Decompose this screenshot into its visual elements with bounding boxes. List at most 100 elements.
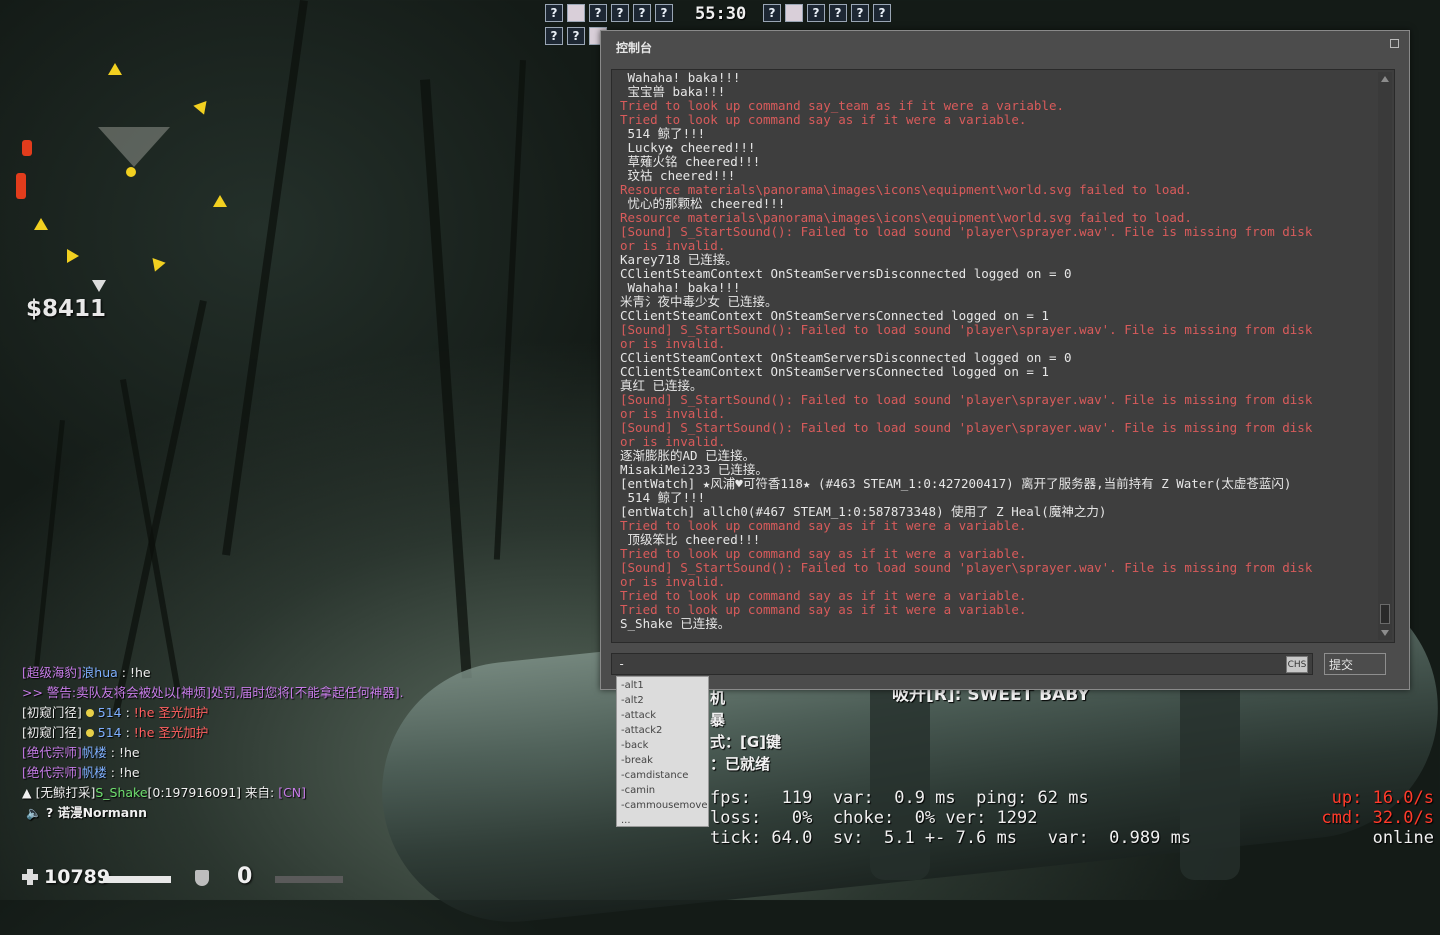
net-graph: fps: 119 var: 0.9 ms ping: 62 ms loss: 0… bbox=[710, 788, 1192, 848]
voice-q: ? bbox=[45, 805, 54, 820]
player-marker-white bbox=[92, 280, 106, 292]
console-error-line: [Sound] S_StartSound(): Failed to load s… bbox=[620, 561, 1313, 575]
chat-join-id: [0:197916091] bbox=[147, 785, 242, 800]
chat-line: ▲ [无鲸打采]S_Shake[0:197916091] 来自: [CN] bbox=[22, 783, 582, 803]
console-log[interactable]: Wahaha! baka!!! 宝宝兽 baka!!! Tried to look… bbox=[611, 69, 1395, 643]
chat-feed: [超级海豹]浪hua : !he >> 警告:卖队友将会被处以[神烦]处罚,届时您… bbox=[22, 663, 582, 803]
shield-icon bbox=[195, 870, 209, 886]
voice-speaker-name: 诺漫Normann bbox=[57, 805, 148, 820]
autocomplete-item[interactable]: -attack bbox=[617, 708, 708, 723]
console-error-line: Tried to look up command say as if it we… bbox=[620, 519, 1027, 533]
console-error-line: Resource materials\panorama\images\icons… bbox=[620, 183, 1192, 197]
console-line: CClientSteamContext OnSteamServersConnec… bbox=[620, 309, 1049, 323]
health-cross-icon bbox=[22, 869, 38, 885]
enemy-marker bbox=[16, 173, 26, 199]
console-error-line: or is invalid. bbox=[620, 239, 726, 253]
submit-button[interactable]: 提交 bbox=[1324, 653, 1386, 675]
console-scrollbar[interactable] bbox=[1378, 72, 1392, 640]
console-line: MisakiMei233 已连接。 bbox=[620, 463, 768, 477]
round-timer: 55:30 bbox=[695, 4, 747, 24]
player-avatar bbox=[785, 4, 803, 22]
console-line: 忧心的那颗松 cheered!!! bbox=[620, 197, 786, 211]
autocomplete-item[interactable]: -attack2 bbox=[617, 723, 708, 738]
console-error-line: Tried to look up command say as if it we… bbox=[620, 603, 1027, 617]
autocomplete-item[interactable]: -alt2 bbox=[617, 693, 708, 708]
player-marker bbox=[126, 167, 136, 177]
console-line: [entWatch] ★风浦♥可符香118★ (#463 STEAM_1:0:4… bbox=[620, 477, 1292, 491]
console-error-line: Resource materials\panorama\images\icons… bbox=[620, 211, 1192, 225]
enemy-marker bbox=[22, 140, 32, 156]
chat-line: >> 警告:卖队友将会被处以[神烦]处罚,届时您将[不能拿起任何神器]. bbox=[22, 683, 582, 703]
close-icon[interactable] bbox=[1390, 39, 1399, 48]
chat-player-name: 帆楼 bbox=[81, 745, 107, 760]
console-line: 逐渐膨胀的AD 已连接。 bbox=[620, 449, 756, 463]
console-line: 米青氵夜中毒少女 已连接。 bbox=[620, 295, 778, 309]
player-slot: ? bbox=[589, 4, 607, 22]
console-line: 顶级笨比 cheered!!! bbox=[620, 533, 761, 547]
chat-player-name: 帆楼 bbox=[81, 765, 107, 780]
rank-dot-icon bbox=[85, 729, 94, 737]
scroll-up-icon[interactable] bbox=[1381, 76, 1389, 82]
chat-rank-tag: [初窥门径] bbox=[22, 725, 82, 740]
teammate-marker bbox=[148, 257, 166, 275]
chat-line: [绝代宗师]帆楼 : !he bbox=[22, 763, 582, 783]
console-error-line: or is invalid. bbox=[620, 435, 726, 449]
player-slot: ? bbox=[633, 4, 651, 22]
voice-indicator: 🔈 ? 诺漫Normann bbox=[26, 802, 147, 821]
autocomplete-list[interactable]: -alt1 -alt2 -attack -attack2 -back -break -cam… bbox=[616, 676, 709, 827]
autocomplete-item[interactable]: -break bbox=[617, 753, 708, 768]
autocomplete-item[interactable]: ... bbox=[617, 813, 708, 828]
autocomplete-item[interactable]: -camin bbox=[617, 783, 708, 798]
teammate-marker bbox=[193, 100, 211, 118]
teammate-marker bbox=[108, 63, 122, 75]
net-graph-rates: up: 16.0/s cmd: 32.0/s online bbox=[1321, 788, 1434, 848]
console-line: Karey718 已连接。 bbox=[620, 253, 738, 267]
autocomplete-item[interactable]: -cammousemove bbox=[617, 798, 708, 813]
console-error-line: [Sound] S_StartSound(): Failed to load s… bbox=[620, 393, 1313, 407]
player-slot: ? bbox=[611, 4, 629, 22]
chat-join-region: [CN] bbox=[278, 785, 307, 800]
console-command-input[interactable] bbox=[611, 653, 1313, 675]
console-error-line: Tried to look up command say_team as if … bbox=[620, 99, 1065, 113]
console-error-line: Tried to look up command say as if it we… bbox=[620, 113, 1027, 127]
player-slot: ? bbox=[763, 4, 781, 22]
player-slot: ? bbox=[545, 27, 563, 45]
console-error-line: Tried to look up command say as if it we… bbox=[620, 547, 1027, 561]
developer-console[interactable]: 控制台 Wahaha! baka!!! 宝宝兽 baka!!! Tried to … bbox=[600, 30, 1410, 690]
console-line: Lucky✿ cheered!!! bbox=[620, 141, 756, 155]
teammate-marker bbox=[213, 195, 227, 207]
player-slot: ? bbox=[873, 4, 891, 22]
view-cone bbox=[98, 127, 170, 167]
autocomplete-item[interactable]: -back bbox=[617, 738, 708, 753]
chat-rank-tag: [初窥门径] bbox=[22, 705, 82, 720]
console-error-line: [Sound] S_StartSound(): Failed to load s… bbox=[620, 225, 1313, 239]
console-error-line: or is invalid. bbox=[620, 407, 726, 421]
chat-separator: : bbox=[121, 705, 134, 720]
scroll-thumb[interactable] bbox=[1380, 604, 1390, 624]
player-avatar bbox=[567, 4, 585, 22]
console-line: 514 鲸了!!! bbox=[620, 127, 706, 141]
speaker-icon: 🔈 bbox=[26, 805, 42, 820]
chat-message: !he 圣光加护 bbox=[133, 705, 209, 720]
chat-message: !he bbox=[129, 665, 151, 680]
chat-rank-tag: [超级海豹] bbox=[22, 665, 82, 680]
console-line: 真红 已连接。 bbox=[620, 379, 703, 393]
chat-line: [超级海豹]浪hua : !he bbox=[22, 663, 582, 683]
autocomplete-item[interactable]: -camdistance bbox=[617, 768, 708, 783]
console-error-line: [Sound] S_StartSound(): Failed to load s… bbox=[620, 323, 1313, 337]
console-line: S_Shake 已连接。 bbox=[620, 617, 731, 631]
console-line: [entWatch] allch0(#467 STEAM_1:0:5878733… bbox=[620, 505, 1107, 519]
console-error-line: Tried to look up command say as if it we… bbox=[620, 589, 1027, 603]
scroll-down-icon[interactable] bbox=[1381, 630, 1389, 636]
armor-bar bbox=[275, 876, 343, 883]
ime-indicator: CHS bbox=[1286, 656, 1308, 673]
chat-player-name: 浪hua bbox=[81, 665, 118, 680]
chat-separator: : bbox=[121, 725, 134, 740]
chat-warning: >> 警告:卖队友将会被处以[神烦]处罚,届时您将[不能拿起任何神器]. bbox=[22, 685, 404, 700]
chat-line: [初窥门径] 514 : !he 圣光加护 bbox=[22, 723, 582, 743]
autocomplete-item[interactable]: -alt1 bbox=[617, 678, 708, 693]
player-slot: ? bbox=[851, 4, 869, 22]
console-error-line: [Sound] S_StartSound(): Failed to load s… bbox=[620, 421, 1313, 435]
net-up-rate: up: 16.0/s bbox=[1331, 788, 1434, 808]
chat-line: [初窥门径] 514 : !he 圣光加护 bbox=[22, 703, 582, 723]
